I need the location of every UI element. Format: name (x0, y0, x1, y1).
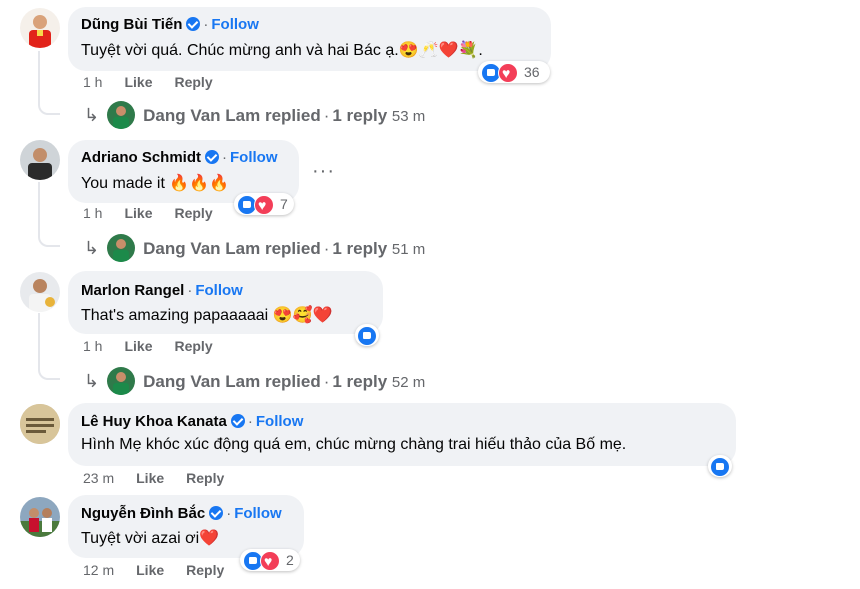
reactions-summary[interactable] (355, 324, 379, 346)
comment-time[interactable]: 23 m (83, 470, 114, 486)
author-name[interactable]: Adriano Schmidt (81, 149, 201, 166)
reply-time: 51 m (391, 241, 426, 258)
reaction-count: 7 (280, 196, 288, 212)
separator: · (187, 282, 193, 299)
comment-time[interactable]: 1 h (83, 205, 102, 221)
separator: · (323, 106, 330, 125)
comment-text: Tuyệt vời quá. Chúc mừng anh và hai Bác … (81, 42, 483, 59)
reply-avatar (107, 234, 136, 262)
reply-time: 53 m (391, 108, 426, 125)
author-name[interactable]: Dũng Bùi Tiến (81, 16, 182, 33)
reply-button[interactable]: Reply (174, 205, 212, 221)
reply-count: 1 reply (332, 239, 388, 258)
more-options-icon[interactable]: ··· (312, 160, 335, 183)
like-reaction-icon (710, 457, 730, 477)
reply-arrow-icon: ↳ (84, 105, 100, 125)
comment-meta: 1 h Like Reply (83, 74, 213, 90)
avatar-image (29, 279, 55, 312)
separator: · (247, 413, 253, 430)
reaction-count: 36 (524, 64, 540, 80)
verified-badge-icon (209, 506, 224, 520)
avatar[interactable] (20, 497, 60, 537)
comment-text: You made it 🔥🔥🔥 (81, 175, 230, 192)
avatar-image (20, 508, 60, 537)
love-reaction-icon (260, 551, 280, 571)
reactions-summary[interactable]: 2 (240, 549, 300, 571)
reply-button[interactable]: Reply (174, 74, 212, 90)
follow-button[interactable]: Follow (195, 282, 243, 299)
like-reaction-icon (357, 326, 377, 346)
follow-button[interactable]: Follow (211, 16, 259, 33)
thread-line (38, 313, 60, 380)
thread-line (38, 51, 60, 115)
replies-link[interactable]: ↳ Dang Van Lam replied · 1 reply 52 m (84, 367, 425, 395)
replied-by: Dang Van Lam replied (143, 372, 321, 391)
reply-arrow-icon: ↳ (84, 238, 100, 258)
comment-time[interactable]: 12 m (83, 562, 114, 578)
thread-line (38, 182, 60, 247)
like-button[interactable]: Like (124, 74, 152, 90)
author-name[interactable]: Marlon Rangel (81, 282, 184, 299)
comment-author: Lê Huy Khoa Kanata · Follow (81, 413, 303, 430)
reply-time: 52 m (391, 374, 426, 391)
separator: · (323, 239, 330, 258)
like-button[interactable]: Like (124, 205, 152, 221)
comment-meta: 1 h Like Reply (83, 205, 213, 221)
reactions-summary[interactable]: 36 (478, 61, 550, 83)
reactions-summary[interactable]: 7 (234, 193, 294, 215)
reply-button[interactable]: Reply (186, 562, 224, 578)
like-button[interactable]: Like (136, 562, 164, 578)
verified-badge-icon (186, 17, 201, 31)
love-reaction-icon (254, 195, 274, 215)
author-name[interactable]: Lê Huy Khoa Kanata (81, 413, 227, 430)
avatar[interactable] (20, 272, 60, 312)
comment-text: Hình Mẹ khóc xúc động quá em, chúc mừng … (81, 436, 627, 453)
comment-meta: 12 m Like Reply (83, 562, 224, 578)
love-reaction-icon (498, 63, 518, 83)
comment-author: Adriano Schmidt · Follow (81, 149, 278, 166)
reactions-summary[interactable] (708, 455, 732, 477)
avatar-image (29, 15, 51, 48)
comment-author: Dũng Bùi Tiến · Follow (81, 16, 259, 33)
reply-button[interactable]: Reply (174, 338, 212, 354)
separator: · (226, 505, 232, 522)
comment-time[interactable]: 1 h (83, 338, 102, 354)
reply-avatar (107, 101, 136, 129)
separator: · (203, 16, 209, 33)
separator: · (222, 149, 228, 166)
avatar[interactable] (20, 140, 60, 180)
comment-author: Marlon Rangel · Follow (81, 282, 243, 299)
comment-text: That's amazing papaaaaai 😍🥰❤️ (81, 307, 333, 324)
comment-text: Tuyệt vời azai ơi❤️ (81, 530, 220, 547)
avatar-image (28, 148, 52, 180)
replied-by: Dang Van Lam replied (143, 239, 321, 258)
avatar[interactable] (20, 404, 60, 444)
reaction-count: 2 (286, 552, 294, 568)
comment-author: Nguyễn Đình Bắc · Follow (81, 505, 282, 522)
verified-badge-icon (205, 150, 220, 164)
like-button[interactable]: Like (124, 338, 152, 354)
comment-meta: 1 h Like Reply (83, 338, 213, 354)
reply-arrow-icon: ↳ (84, 371, 100, 391)
comment-time[interactable]: 1 h (83, 74, 102, 90)
follow-button[interactable]: Follow (256, 413, 304, 430)
like-button[interactable]: Like (136, 470, 164, 486)
verified-badge-icon (230, 414, 245, 428)
replies-link[interactable]: ↳ Dang Van Lam replied · 1 reply 51 m (84, 234, 425, 262)
avatar[interactable] (20, 8, 60, 48)
comment-meta: 23 m Like Reply (83, 470, 224, 486)
reply-count: 1 reply (332, 372, 388, 391)
reply-count: 1 reply (332, 106, 388, 125)
author-name[interactable]: Nguyễn Đình Bắc (81, 505, 205, 522)
separator: · (323, 372, 330, 391)
replies-link[interactable]: ↳ Dang Van Lam replied · 1 reply 53 m (84, 101, 425, 129)
reply-avatar (107, 367, 136, 395)
avatar-image (20, 404, 60, 444)
replied-by: Dang Van Lam replied (143, 106, 321, 125)
follow-button[interactable]: Follow (230, 149, 278, 166)
reply-button[interactable]: Reply (186, 470, 224, 486)
follow-button[interactable]: Follow (234, 505, 282, 522)
